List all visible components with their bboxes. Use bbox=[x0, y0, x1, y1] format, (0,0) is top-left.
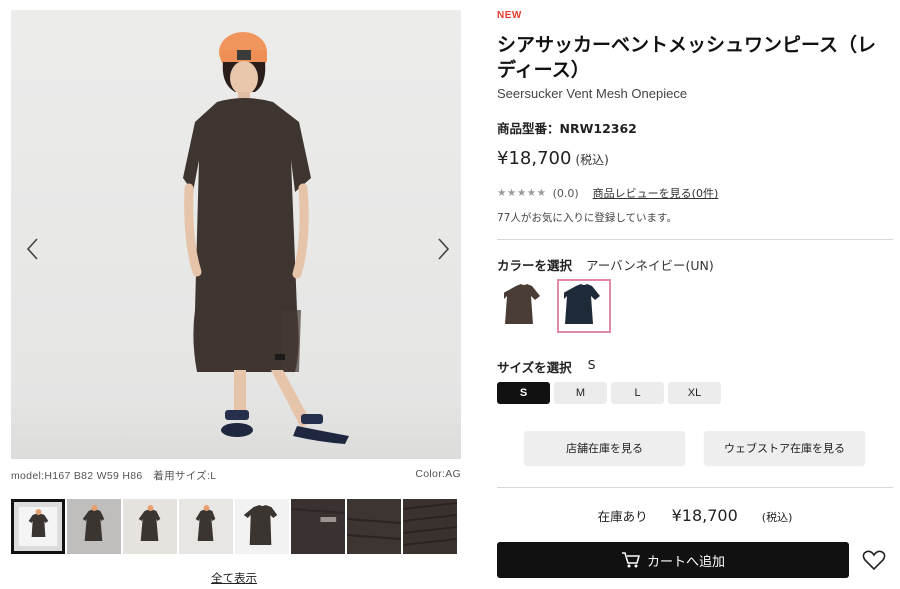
heart-icon bbox=[862, 550, 886, 571]
thumbnail-8[interactable] bbox=[403, 499, 457, 554]
rating-value: (0.0) bbox=[552, 186, 579, 200]
store-stock-button[interactable]: 店舗在庫を見る bbox=[524, 431, 685, 465]
size-options: S M L XL bbox=[497, 382, 721, 404]
chevron-left-icon bbox=[26, 238, 38, 260]
product-title: シアサッカーベントメッシュワンピース（レディース） bbox=[497, 34, 877, 81]
product-price: ¥18,700 bbox=[497, 148, 572, 169]
size-option-s[interactable]: S bbox=[497, 382, 550, 404]
thumbnail-5[interactable] bbox=[235, 499, 289, 554]
thumbnail-6[interactable] bbox=[291, 499, 345, 554]
thumbnail-strip bbox=[11, 499, 457, 554]
color-swatch-un[interactable] bbox=[557, 279, 611, 333]
prev-image-button[interactable] bbox=[19, 235, 47, 263]
color-selector-header: カラーを選択 アーバンネイビー(UN) bbox=[497, 255, 714, 274]
price-row: ¥18,700 (税込) bbox=[497, 148, 609, 169]
next-image-button[interactable] bbox=[429, 235, 457, 263]
product-subtitle: Seersucker Vent Mesh Onepiece bbox=[497, 86, 688, 101]
main-product-image bbox=[11, 10, 461, 459]
size-label: サイズを選択 bbox=[497, 360, 572, 375]
thumbnail-3[interactable] bbox=[123, 499, 177, 554]
divider bbox=[497, 239, 893, 240]
model-size-info: model:H167 B82 W59 H86 着用サイズ:L bbox=[11, 470, 217, 482]
chevron-right-icon bbox=[438, 238, 450, 260]
thumbnail-2[interactable] bbox=[67, 499, 121, 554]
color-swatches bbox=[497, 279, 611, 333]
add-to-cart-button[interactable]: カートへ追加 bbox=[497, 542, 849, 578]
thumbnail-1[interactable] bbox=[11, 499, 65, 554]
product-model-number: 商品型番：NRW12362 bbox=[497, 121, 637, 136]
purchase-tax-note: (税込) bbox=[761, 511, 793, 524]
color-swatch-ag[interactable] bbox=[497, 279, 551, 333]
web-stock-button[interactable]: ウェブストア在庫を見る bbox=[704, 431, 865, 465]
selected-size-value: S bbox=[587, 357, 596, 372]
color-code-info: Color:AG bbox=[415, 468, 461, 480]
favorite-button[interactable] bbox=[862, 548, 886, 572]
size-option-m[interactable]: M bbox=[554, 382, 607, 404]
color-label: カラーを選択 bbox=[497, 258, 573, 273]
stock-row: 在庫あり ¥18,700 (税込) bbox=[497, 506, 893, 525]
selected-color-name: アーバンネイビー(UN) bbox=[586, 258, 714, 273]
new-badge: NEW bbox=[497, 10, 522, 21]
tax-note: (税込) bbox=[575, 153, 609, 167]
cart-icon bbox=[621, 552, 640, 568]
model-photo bbox=[183, 32, 349, 444]
size-selector-header: サイズを選択 S bbox=[497, 357, 596, 376]
rating-stars: ★★★★★ bbox=[497, 187, 547, 199]
review-link[interactable]: 商品レビューを見る(0件) bbox=[593, 185, 719, 201]
model-caption: model:H167 B82 W59 H86 着用サイズ:L Color:AG bbox=[11, 468, 461, 483]
thumbnail-4[interactable] bbox=[179, 499, 233, 554]
divider bbox=[497, 487, 893, 488]
thumbnail-7[interactable] bbox=[347, 499, 401, 554]
stock-status: 在庫あり bbox=[597, 509, 648, 524]
add-to-cart-label: カートへ追加 bbox=[646, 554, 725, 570]
size-option-l[interactable]: L bbox=[611, 382, 664, 404]
size-option-xl[interactable]: XL bbox=[668, 382, 721, 404]
favorite-count: 77人がお気に入りに登録しています。 bbox=[497, 212, 677, 224]
show-all-link[interactable]: 全て表示 bbox=[211, 570, 257, 586]
purchase-price: ¥18,700 bbox=[671, 506, 738, 525]
review-row: ★★★★★ (0.0) 商品レビューを見る(0件) bbox=[497, 185, 718, 201]
